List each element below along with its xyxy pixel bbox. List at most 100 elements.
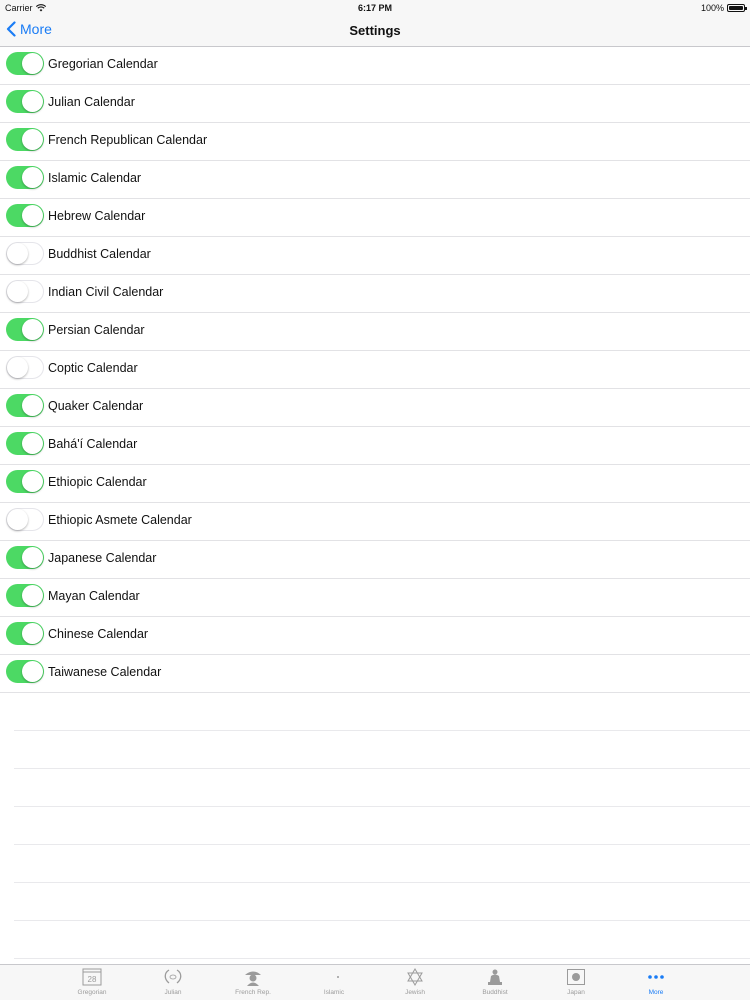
calendar-toggle[interactable]: [6, 90, 44, 113]
empty-row: [14, 883, 750, 921]
empty-row: [14, 845, 750, 883]
calendar-row: Quaker Calendar: [0, 389, 750, 427]
calendar-label: Buddhist Calendar: [48, 247, 151, 261]
buddha-icon: [465, 967, 525, 987]
calendar-row: Gregorian Calendar: [0, 47, 750, 85]
battery-icon: [727, 4, 747, 12]
crescent-icon: [304, 967, 364, 987]
toggle-knob: [22, 433, 43, 454]
empty-row: [14, 693, 750, 731]
tab-label: Gregorian: [77, 989, 107, 996]
calendar-label: Ethiopic Asmete Calendar: [48, 513, 192, 527]
toggle-knob: [22, 91, 43, 112]
calendar-toggle[interactable]: [6, 660, 44, 683]
toggle-knob: [22, 319, 43, 340]
calendar-toggle[interactable]: [6, 356, 44, 379]
more-icon: [626, 967, 686, 987]
tab-label: Japan: [567, 989, 585, 996]
calendar-settings-list: Gregorian Calendar Julian Calendar French …: [0, 47, 750, 693]
calendar-toggle[interactable]: [6, 622, 44, 645]
calendar-row: Ethiopic Asmete Calendar: [0, 503, 750, 541]
toggle-knob: [22, 53, 43, 74]
tab-label: Jewish: [405, 989, 425, 996]
calendar-toggle[interactable]: [6, 280, 44, 303]
calendar-toggle[interactable]: [6, 128, 44, 151]
empty-table-area: [0, 693, 750, 959]
tab-jewish[interactable]: Jewish: [385, 967, 445, 999]
napoleon-icon: [223, 967, 283, 987]
calendar-icon: 28: [62, 967, 122, 987]
calendar-toggle[interactable]: [6, 394, 44, 417]
calendar-toggle[interactable]: [6, 318, 44, 341]
calendar-label: Quaker Calendar: [48, 399, 144, 413]
calendar-row: Ethiopic Calendar: [0, 465, 750, 503]
calendar-label: Islamic Calendar: [48, 171, 142, 185]
calendar-toggle[interactable]: [6, 470, 44, 493]
empty-row: [14, 921, 750, 959]
tab-julian[interactable]: Julian: [143, 967, 203, 999]
toggle-knob: [7, 357, 28, 378]
calendar-toggle[interactable]: [6, 242, 44, 265]
calendar-label: Hebrew Calendar: [48, 209, 146, 223]
toggle-knob: [22, 471, 43, 492]
calendar-row: Japanese Calendar: [0, 541, 750, 579]
calendar-row: Buddhist Calendar: [0, 237, 750, 275]
toggle-knob: [22, 661, 43, 682]
calendar-row: Indian Civil Calendar: [0, 275, 750, 313]
tab-gregorian[interactable]: 28 Gregorian: [62, 967, 122, 999]
calendar-label: Taiwanese Calendar: [48, 665, 162, 679]
page-title: Settings: [349, 23, 401, 38]
calendar-toggle[interactable]: [6, 52, 44, 75]
japan-flag-icon: [546, 967, 606, 987]
navigation-bar: More Settings: [0, 16, 750, 47]
tab-label: More: [648, 989, 664, 996]
calendar-label: Mayan Calendar: [48, 589, 140, 603]
tab-label: Buddhist: [482, 989, 508, 996]
tab-label: French Rep.: [235, 989, 271, 996]
calendar-toggle[interactable]: [6, 432, 44, 455]
tab-japan[interactable]: Japan: [546, 967, 606, 999]
tab-buddhist[interactable]: Buddhist: [465, 967, 525, 999]
calendar-row: Coptic Calendar: [0, 351, 750, 389]
toggle-knob: [7, 243, 28, 264]
calendar-row: Mayan Calendar: [0, 579, 750, 617]
calendar-row: Taiwanese Calendar: [0, 655, 750, 693]
calendar-row: Bahá'í Calendar: [0, 427, 750, 465]
tab-bar: 28 Gregorian Julian French Rep. Islamic Jewis…: [0, 964, 750, 1000]
toggle-knob: [22, 547, 43, 568]
toggle-knob: [22, 623, 43, 644]
empty-row: [14, 769, 750, 807]
calendar-toggle[interactable]: [6, 204, 44, 227]
calendar-toggle[interactable]: [6, 508, 44, 531]
calendar-toggle[interactable]: [6, 584, 44, 607]
calendar-label: Ethiopic Calendar: [48, 475, 147, 489]
calendar-label: Chinese Calendar: [48, 627, 149, 641]
calendar-row: Julian Calendar: [0, 85, 750, 123]
toggle-knob: [22, 205, 43, 226]
calendar-label: Bahá'í Calendar: [48, 437, 138, 451]
toggle-knob: [7, 509, 28, 530]
calendar-label: French Republican Calendar: [48, 133, 208, 147]
calendar-icon-text: 28: [88, 975, 97, 984]
status-time: 6:17 PM: [357, 3, 392, 13]
empty-row: [14, 731, 750, 769]
calendar-toggle[interactable]: [6, 166, 44, 189]
calendar-label: Persian Calendar: [48, 323, 145, 337]
tab-more[interactable]: More: [626, 967, 686, 999]
calendar-row: Persian Calendar: [0, 313, 750, 351]
calendar-row: Chinese Calendar: [0, 617, 750, 655]
tab-label: Islamic: [323, 989, 345, 996]
calendar-toggle[interactable]: [6, 546, 44, 569]
calendar-row: Hebrew Calendar: [0, 199, 750, 237]
toggle-knob: [22, 167, 43, 188]
tab-islamic[interactable]: Islamic: [304, 967, 364, 999]
laurel-icon: [143, 967, 203, 987]
status-bar: Carrier 6:17 PM 100%: [0, 0, 750, 16]
tab-french-rep[interactable]: French Rep.: [223, 967, 283, 999]
toggle-knob: [22, 395, 43, 416]
calendar-row: Islamic Calendar: [0, 161, 750, 199]
toggle-knob: [22, 129, 43, 150]
empty-row: [14, 807, 750, 845]
calendar-label: Coptic Calendar: [48, 361, 138, 375]
toggle-knob: [22, 585, 43, 606]
